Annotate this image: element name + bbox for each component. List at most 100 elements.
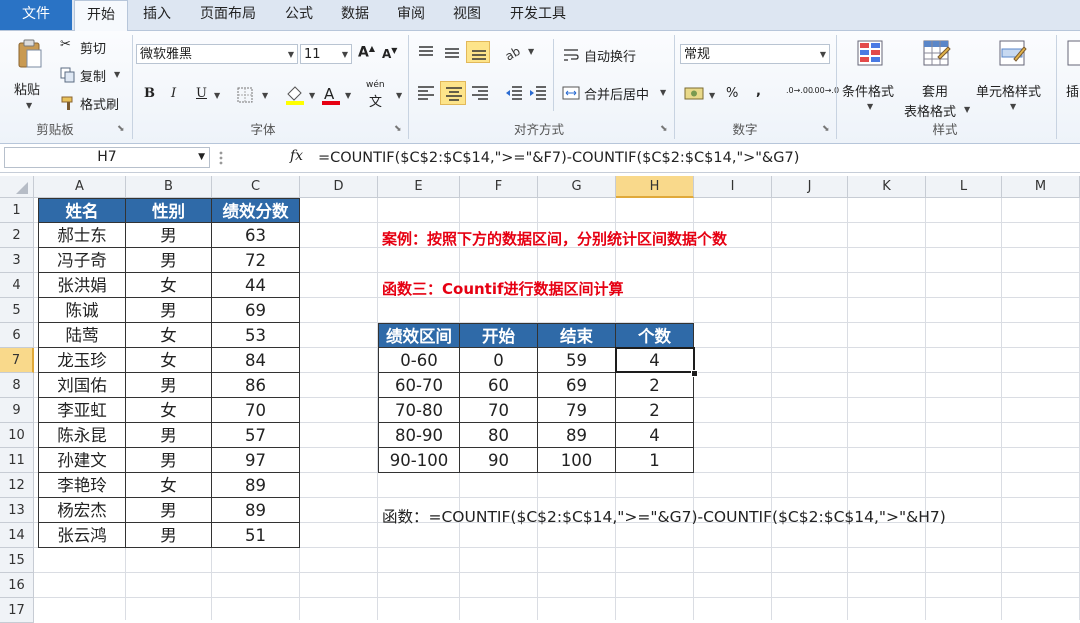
row-header-11[interactable]: 11 [0, 448, 34, 473]
table1-cell[interactable]: 84 [212, 348, 300, 373]
table2-header-cell[interactable]: 结束 [538, 323, 616, 348]
cut-button[interactable]: ✂ 剪切 [58, 37, 128, 57]
table2-cell[interactable]: 100 [538, 448, 616, 473]
table2-cell[interactable]: 4 [616, 423, 694, 448]
row-header-12[interactable]: 12 [0, 473, 34, 498]
table1-cell[interactable]: 男 [126, 448, 212, 473]
table1-cell[interactable]: 刘国佑 [38, 373, 126, 398]
method-note[interactable]: 函数三：Countif进行数据区间计算 [382, 278, 624, 299]
table1-cell[interactable]: 张洪娟 [38, 273, 126, 298]
table1-header-cell[interactable]: 绩效分数 [212, 198, 300, 223]
align-left-icon[interactable] [416, 83, 436, 101]
column-header-k[interactable]: K [848, 176, 926, 198]
row-header-9[interactable]: 9 [0, 398, 34, 423]
row-header-8[interactable]: 8 [0, 373, 34, 398]
table2-header-cell[interactable]: 绩效区间 [378, 323, 460, 348]
borders-icon[interactable] [236, 86, 258, 104]
merge-center-button[interactable]: 合并后居中 ▼ [562, 83, 672, 103]
chevron-down-icon[interactable]: ▼ [709, 91, 715, 100]
table2-header-cell[interactable]: 个数 [616, 323, 694, 348]
table1-cell[interactable]: 李艳玲 [38, 473, 126, 498]
table1-cell[interactable]: 冯子奇 [38, 248, 126, 273]
table1-cell[interactable]: 72 [212, 248, 300, 273]
table1-cell[interactable]: 陈诚 [38, 298, 126, 323]
table2-cell[interactable]: 89 [538, 423, 616, 448]
chevron-down-icon[interactable]: ▼ [214, 91, 220, 100]
percent-style-button[interactable]: % [726, 86, 738, 101]
align-top-icon[interactable] [416, 43, 436, 61]
row-header-3[interactable]: 3 [0, 248, 34, 273]
table2-cell[interactable]: 2 [616, 398, 694, 423]
table1-cell[interactable]: 69 [212, 298, 300, 323]
table2-cell[interactable]: 0-60 [378, 348, 460, 373]
chevron-down-icon[interactable]: ▼ [198, 148, 205, 167]
table1-cell[interactable]: 51 [212, 523, 300, 548]
decrease-font-size-icon[interactable]: A▼ [382, 46, 397, 61]
comma-style-button[interactable]: , [756, 84, 761, 99]
insert-cells-button[interactable]: 插 [1062, 35, 1080, 117]
paste-button[interactable]: 粘贴 ▼ [8, 35, 50, 115]
table1-cell[interactable]: 女 [126, 473, 212, 498]
table1-cell[interactable]: 陈永昆 [38, 423, 126, 448]
tab-file[interactable]: 文件 [0, 0, 72, 30]
column-header-c[interactable]: C [212, 176, 300, 198]
table2-cell[interactable]: 90-100 [378, 448, 460, 473]
tab-home[interactable]: 开始 [74, 0, 128, 31]
formula-bar-grip-icon[interactable] [214, 148, 228, 168]
table2-cell[interactable]: 69 [538, 373, 616, 398]
tab-data[interactable]: 数据 [330, 0, 380, 30]
table1-cell[interactable]: 男 [126, 248, 212, 273]
row-header-5[interactable]: 5 [0, 298, 34, 323]
row-header-6[interactable]: 6 [0, 323, 34, 348]
table2-cell[interactable]: 79 [538, 398, 616, 423]
increase-font-size-icon[interactable]: A▲ [358, 44, 375, 61]
table1-cell[interactable]: 孙建文 [38, 448, 126, 473]
tab-review[interactable]: 审阅 [386, 0, 436, 30]
insert-function-button[interactable]: fx [290, 148, 303, 164]
copy-button[interactable]: 复制 ▼ [58, 65, 128, 85]
table2-cell[interactable]: 1 [616, 448, 694, 473]
row-header-7[interactable]: 7 [0, 348, 34, 373]
align-right-icon[interactable] [470, 83, 490, 101]
table2-cell[interactable]: 90 [460, 448, 538, 473]
align-center-button[interactable] [440, 81, 466, 105]
dialog-launcher-icon[interactable]: ⬊ [822, 125, 831, 134]
align-bottom-button[interactable] [466, 41, 490, 63]
table1-cell[interactable]: 郝士东 [38, 223, 126, 248]
table2-cell[interactable]: 59 [538, 348, 616, 373]
tab-insert[interactable]: 插入 [132, 0, 182, 30]
table2-cell[interactable]: 60-70 [378, 373, 460, 398]
fill-color-icon[interactable] [284, 84, 306, 106]
font-size-combo[interactable]: 11 ▼ [300, 44, 352, 64]
align-middle-icon[interactable] [442, 43, 462, 61]
chevron-down-icon[interactable]: ▼ [345, 91, 351, 100]
table1-cell[interactable]: 89 [212, 473, 300, 498]
column-header-d[interactable]: D [300, 176, 378, 198]
formula-note[interactable]: 函数：=COUNTIF($C$2:$C$14,">="&G7)-COUNTIF(… [382, 505, 946, 527]
row-header-4[interactable]: 4 [0, 273, 34, 298]
column-header-e[interactable]: E [378, 176, 460, 198]
format-as-table-button[interactable]: 套用 表格格式 ▼ [904, 35, 972, 120]
table2-cell[interactable]: 70-80 [378, 398, 460, 423]
cell-styles-button[interactable]: 单元格样式 ▼ [974, 35, 1054, 117]
table1-cell[interactable]: 杨宏杰 [38, 498, 126, 523]
table1-cell[interactable]: 龙玉珍 [38, 348, 126, 373]
conditional-formatting-button[interactable]: 条件格式 ▼ [840, 35, 902, 117]
table1-cell[interactable]: 女 [126, 273, 212, 298]
table1-cell[interactable]: 53 [212, 323, 300, 348]
dialog-launcher-icon[interactable]: ⬊ [394, 125, 403, 134]
table1-cell[interactable]: 男 [126, 523, 212, 548]
row-header-14[interactable]: 14 [0, 523, 34, 548]
chevron-down-icon[interactable]: ▼ [528, 47, 534, 56]
table2-cell[interactable]: 80-90 [378, 423, 460, 448]
underline-button[interactable]: U [196, 86, 207, 101]
name-box[interactable]: H7 ▼ [4, 147, 210, 168]
font-color-icon[interactable]: A [320, 84, 342, 106]
row-header-17[interactable]: 17 [0, 598, 34, 623]
table1-cell[interactable]: 63 [212, 223, 300, 248]
number-format-combo[interactable]: 常规 ▼ [680, 44, 830, 64]
table1-cell[interactable]: 女 [126, 398, 212, 423]
chevron-down-icon[interactable]: ▼ [262, 91, 268, 100]
row-header-1[interactable]: 1 [0, 198, 34, 223]
table1-cell[interactable]: 86 [212, 373, 300, 398]
